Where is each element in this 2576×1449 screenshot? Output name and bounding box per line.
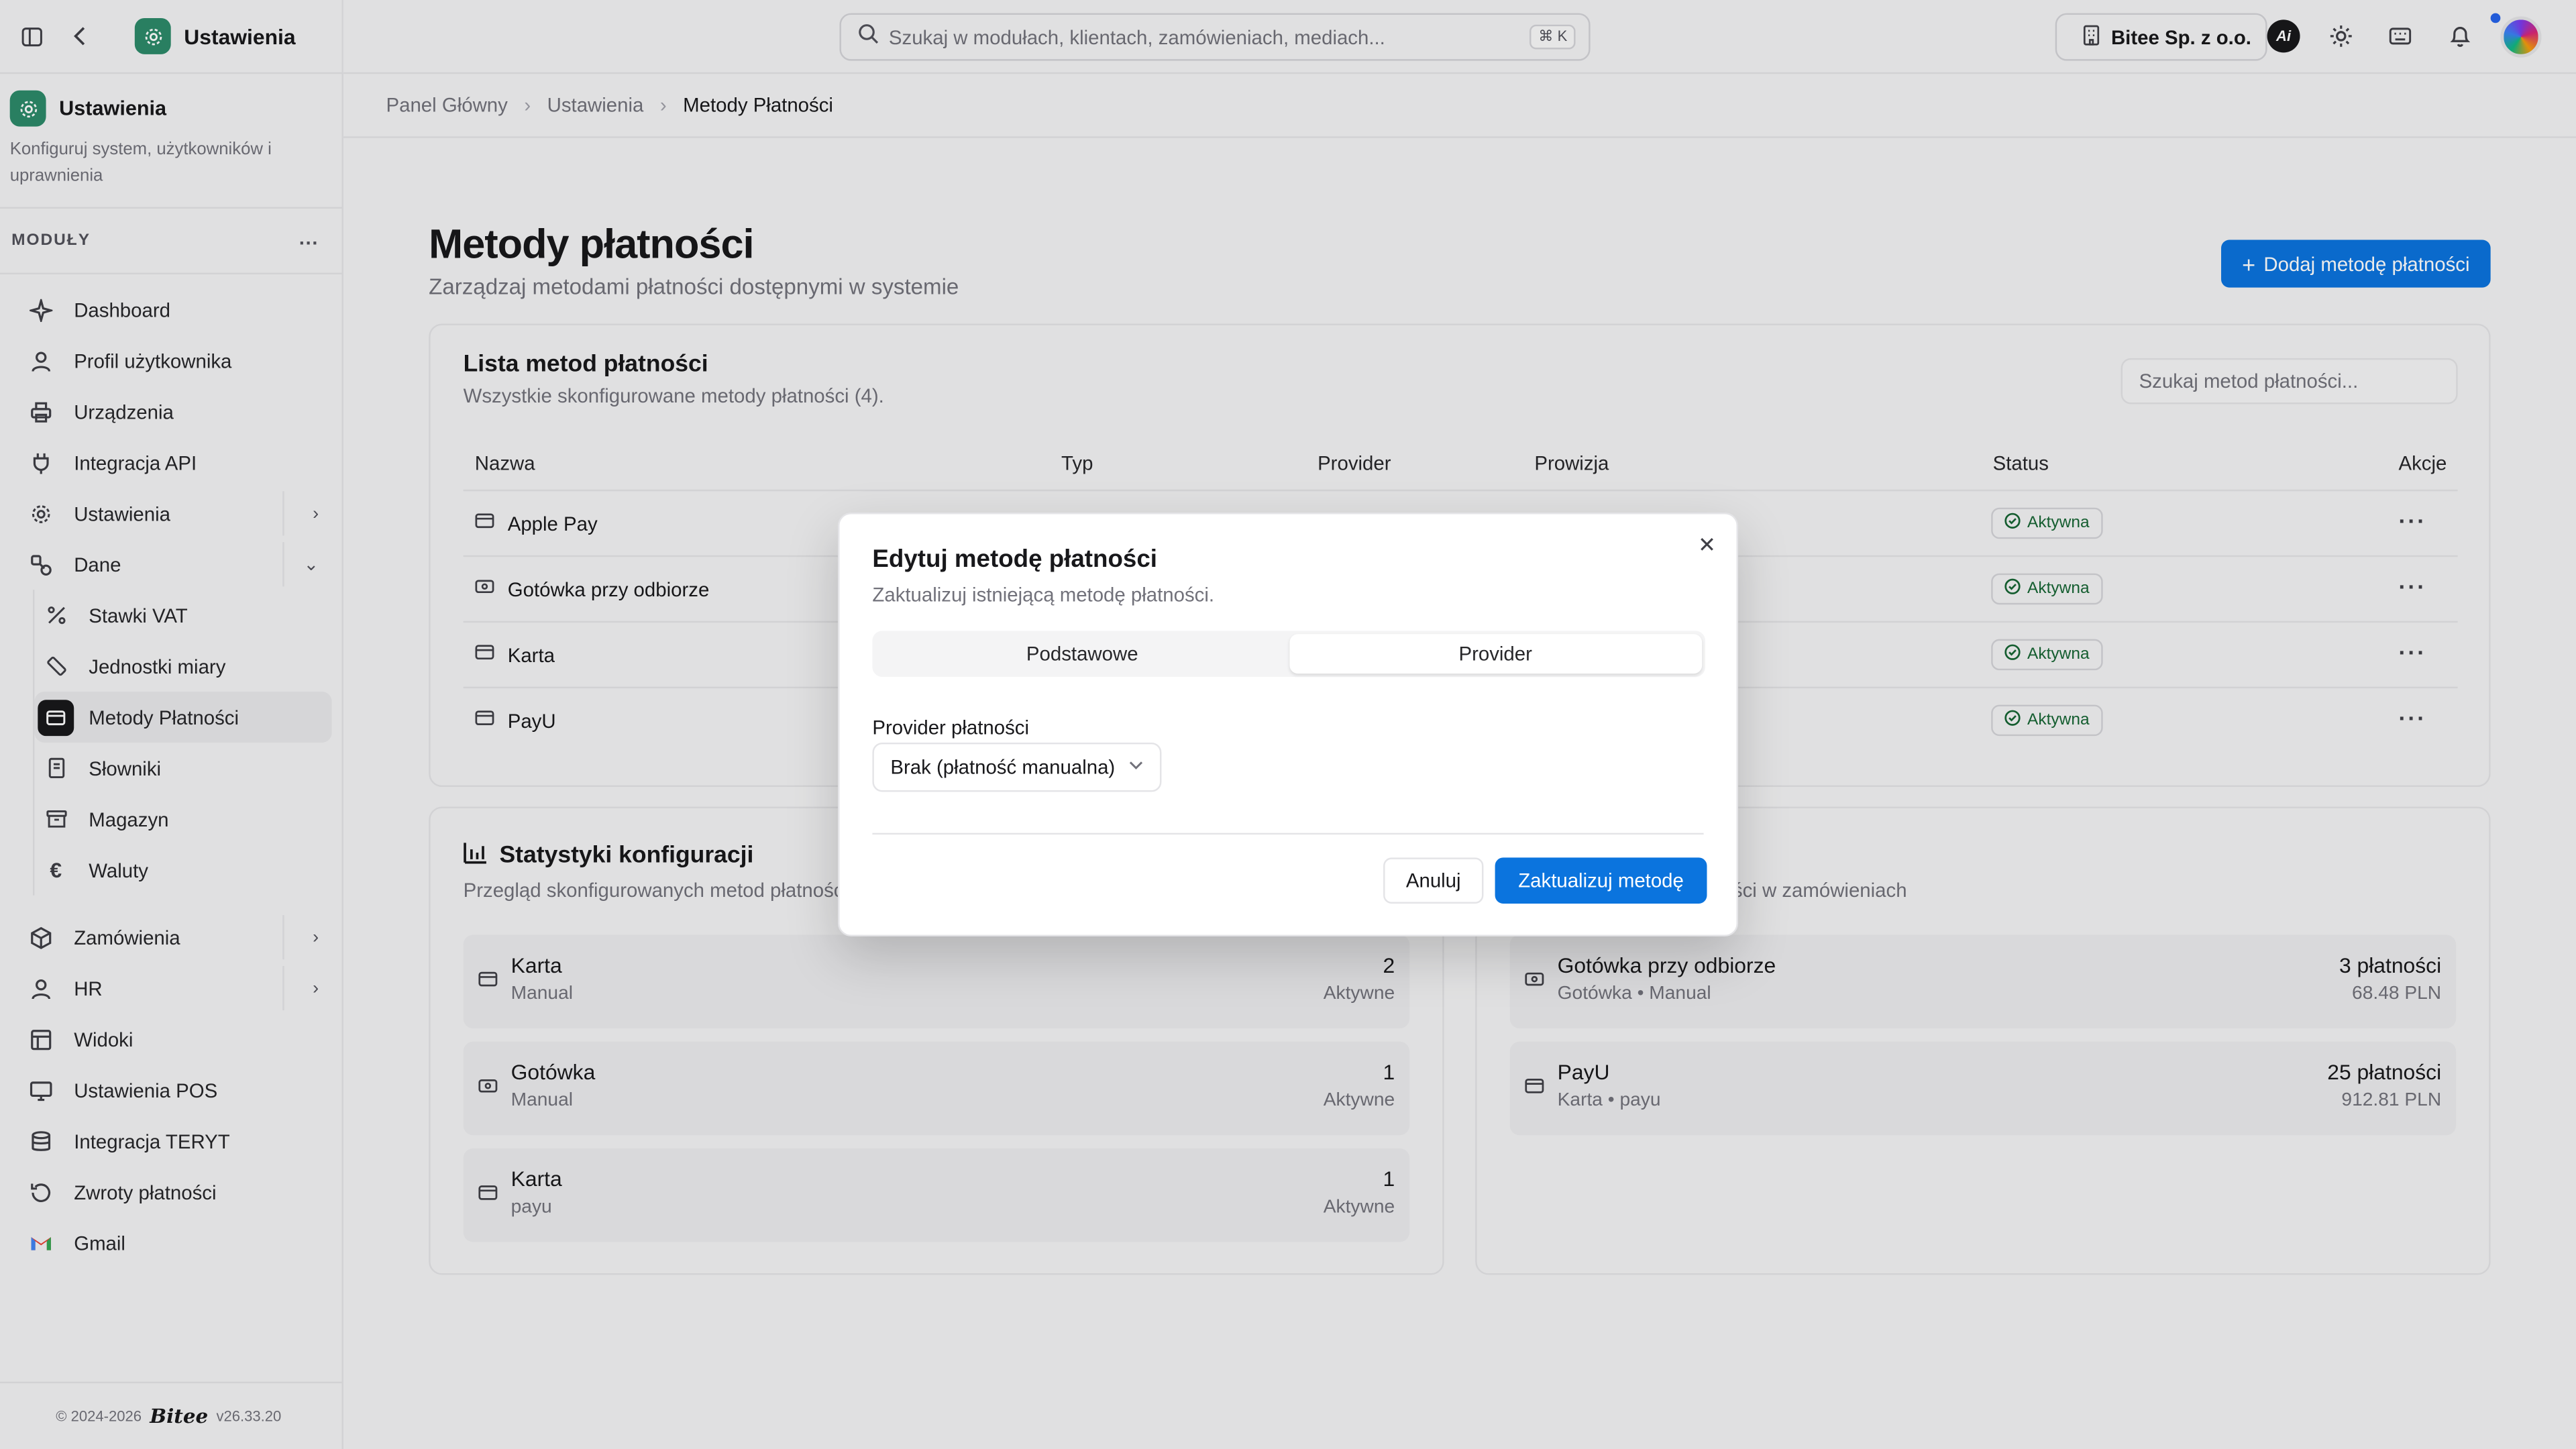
update-method-button[interactable]: Zaktualizuj metodę	[1495, 857, 1707, 904]
dialog-title: Edytuj metodę płatności	[872, 545, 1157, 574]
cancel-button[interactable]: Anuluj	[1383, 857, 1484, 904]
divider	[872, 833, 1704, 835]
app-root: Ustawienia Ustawienia Konfiguruj system,…	[0, 0, 2576, 1449]
edit-payment-method-dialog: Edytuj metodę płatności Zaktualizuj istn…	[837, 513, 1739, 936]
provider-field-label: Provider płatności	[872, 716, 1030, 740]
chevron-down-icon	[1128, 757, 1143, 775]
tab-basic[interactable]: Podstawowe	[875, 634, 1289, 674]
provider-select-value: Brak (płatność manualna)	[890, 755, 1116, 779]
tab-provider[interactable]: Provider	[1289, 634, 1703, 674]
dialog-subtitle: Zaktualizuj istniejącą metodę płatności.	[872, 583, 1215, 606]
close-icon[interactable]: ✕	[1695, 532, 1718, 557]
provider-select[interactable]: Brak (płatność manualna)	[872, 742, 1162, 792]
dialog-tabs: Podstawowe Provider	[872, 631, 1706, 677]
